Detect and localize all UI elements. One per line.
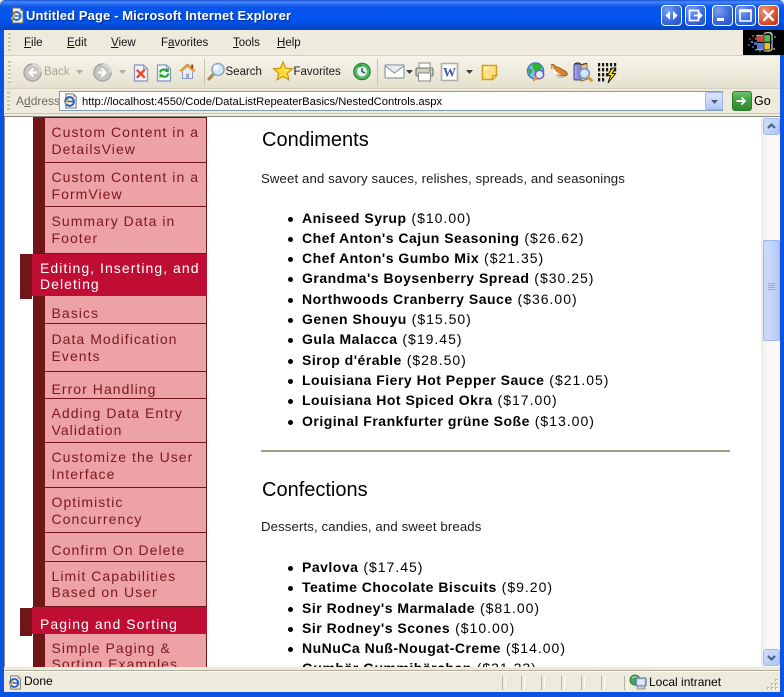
svg-text:W: W: [443, 65, 456, 80]
